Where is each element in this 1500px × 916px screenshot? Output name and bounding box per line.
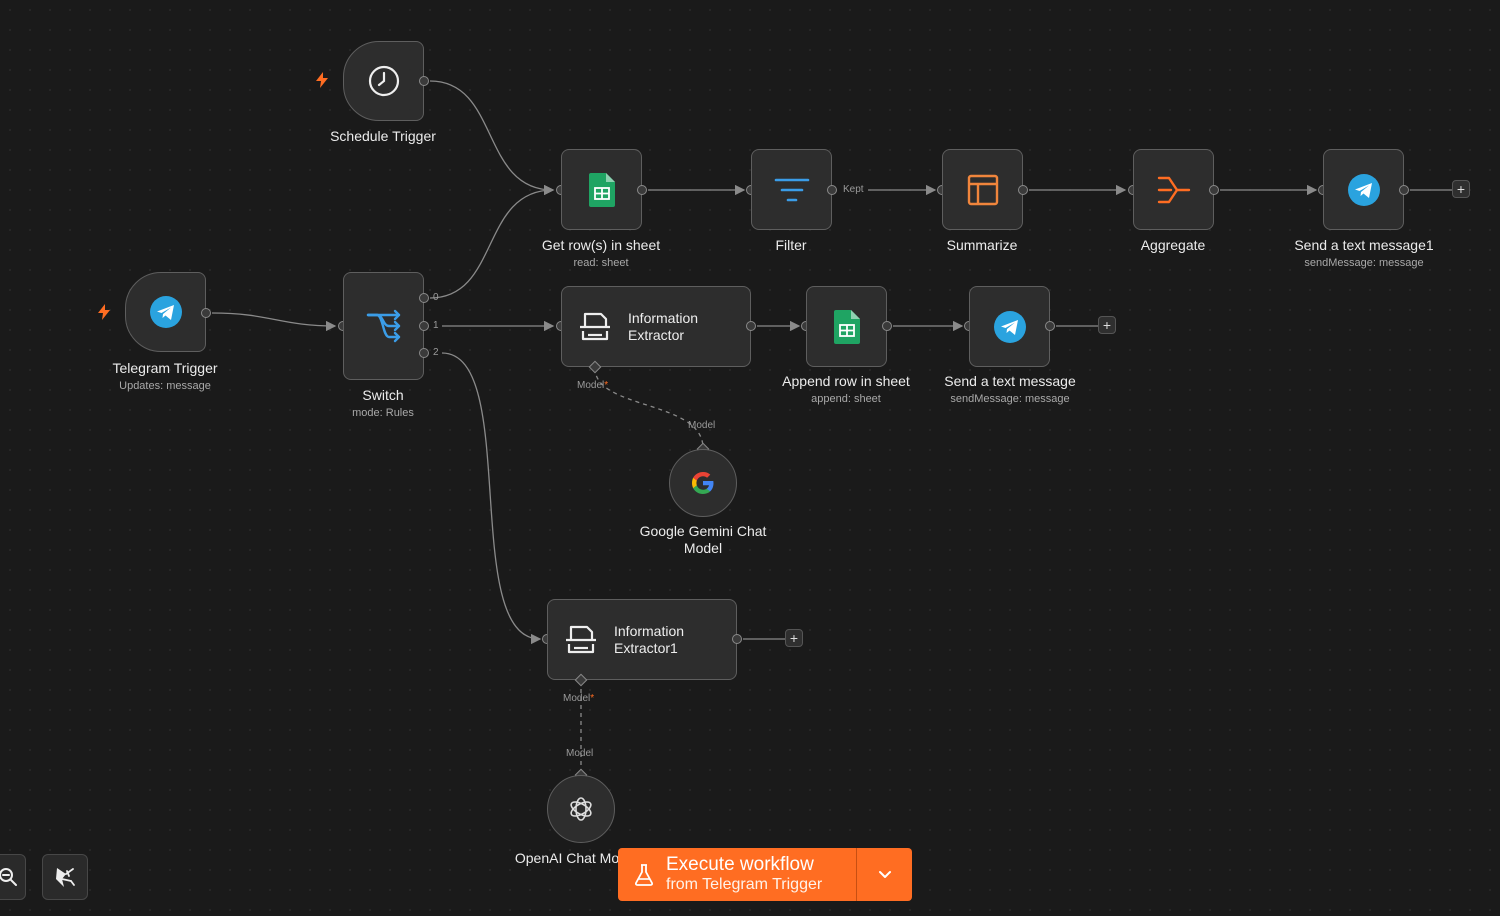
workflow-canvas[interactable]: Schedule Trigger Telegram Trigger Update… — [0, 0, 1500, 916]
switch-output-2-label: 2 — [433, 347, 439, 358]
openai-chat-model-label: OpenAI Chat Mo — [514, 850, 620, 866]
connections-layer — [211, 80, 1452, 774]
model-port-label: Model* — [577, 380, 609, 391]
add-node-button[interactable]: + — [1452, 180, 1470, 198]
openai-icon — [570, 797, 592, 821]
flask-icon — [635, 863, 653, 886]
model-port-label: Model* — [563, 693, 595, 704]
aggregate-node[interactable] — [1133, 149, 1214, 230]
edge-gemini-model — [594, 367, 704, 449]
filter-kept-label: Kept — [843, 184, 864, 195]
edge-telegram-to-switch — [211, 312, 337, 332]
document-scanner-icon — [566, 625, 596, 653]
google-g-icon — [692, 472, 714, 494]
google-sheets-icon — [588, 172, 615, 207]
execute-workflow-main[interactable]: Execute workflow from Telegram Trigger — [618, 848, 857, 901]
edge-switch0-to-getrows — [429, 184, 555, 299]
output-handle[interactable] — [637, 185, 647, 195]
switch-branches-icon — [366, 309, 400, 343]
information-extractor1-title: Information Extractor1 — [614, 622, 685, 656]
filter-node[interactable] — [751, 149, 832, 230]
google-sheets-icon — [833, 309, 860, 344]
gemini-chat-model-label: Google Gemini Chat Model — [639, 523, 767, 556]
send-message-node[interactable] — [969, 286, 1050, 367]
output-handle[interactable] — [1399, 185, 1409, 195]
send-message1-node[interactable] — [1323, 149, 1404, 230]
information-extractor1-node[interactable]: Information Extractor1 — [547, 599, 737, 680]
switch-label: Switch mode: Rules — [352, 387, 414, 419]
add-node-button[interactable]: + — [785, 629, 803, 647]
add-node-button[interactable]: + — [1098, 316, 1116, 334]
filter-label: Filter — [775, 237, 807, 253]
output-handle[interactable] — [1209, 185, 1219, 195]
clock-icon — [368, 65, 399, 97]
zoom-icon — [0, 868, 17, 886]
chevron-down-icon — [878, 870, 891, 878]
output-handle[interactable] — [732, 634, 742, 644]
output-handle-0[interactable] — [419, 293, 429, 303]
switch-node[interactable] — [343, 272, 424, 380]
telegram-trigger-node[interactable] — [125, 272, 206, 352]
information-extractor-title: Information Extractor — [628, 309, 699, 343]
telegram-icon — [1347, 173, 1380, 206]
output-handle[interactable] — [419, 76, 429, 86]
send-message-label: Send a text message sendMessage: message — [944, 373, 1076, 405]
edge-schedule-to-getrows — [429, 80, 555, 196]
table-layout-icon — [967, 174, 998, 205]
gemini-model-port-label: Model — [688, 420, 716, 431]
schedule-trigger-label: Schedule Trigger — [330, 128, 436, 144]
telegram-trigger-label: Telegram Trigger Updates: message — [112, 360, 218, 392]
output-handle[interactable] — [1045, 321, 1055, 331]
append-row-label: Append row in sheet append: sheet — [782, 373, 910, 405]
execute-options-dropdown[interactable] — [857, 848, 912, 901]
output-handle[interactable] — [882, 321, 892, 331]
filter-icon — [774, 178, 809, 201]
execute-workflow-sublabel: from Telegram Trigger — [666, 876, 823, 893]
schedule-trigger-node[interactable] — [343, 41, 424, 121]
output-handle-1[interactable] — [419, 321, 429, 331]
summarize-label: Summarize — [946, 237, 1018, 253]
telegram-icon — [993, 310, 1026, 343]
output-handle[interactable] — [1018, 185, 1028, 195]
output-handle[interactable] — [201, 308, 211, 318]
openai-model-port-label: Model — [566, 748, 594, 759]
execute-workflow-label: Execute workflow — [666, 854, 814, 875]
lightning-bolt-icon — [316, 72, 328, 88]
get-rows-label: Get row(s) in sheet read: sheet — [541, 237, 661, 269]
output-handle[interactable] — [827, 185, 837, 195]
broom-icon — [56, 868, 75, 887]
switch-output-0-label: 0 — [433, 292, 439, 303]
telegram-icon — [149, 296, 182, 328]
aggregate-icon — [1157, 176, 1190, 203]
edge-switch2-to-extractor1 — [441, 352, 542, 645]
output-handle-2[interactable] — [419, 348, 429, 358]
output-handle[interactable] — [746, 321, 756, 331]
zoom-button[interactable] — [0, 854, 26, 900]
tidy-up-button[interactable] — [42, 854, 88, 900]
document-scanner-icon — [580, 312, 610, 340]
aggregate-label: Aggregate — [1140, 237, 1206, 253]
execute-workflow-button[interactable]: Execute workflow from Telegram Trigger — [618, 848, 912, 901]
lightning-bolt-icon — [98, 304, 110, 320]
append-row-node[interactable] — [806, 286, 887, 367]
openai-chat-model-node[interactable] — [547, 775, 615, 843]
information-extractor-node[interactable]: Information Extractor — [561, 286, 751, 367]
send-message1-label: Send a text message1 sendMessage: messag… — [1294, 237, 1434, 269]
summarize-node[interactable] — [942, 149, 1023, 230]
gemini-chat-model-node[interactable] — [669, 449, 737, 517]
switch-output-1-label: 1 — [433, 320, 439, 331]
get-rows-node[interactable] — [561, 149, 642, 230]
